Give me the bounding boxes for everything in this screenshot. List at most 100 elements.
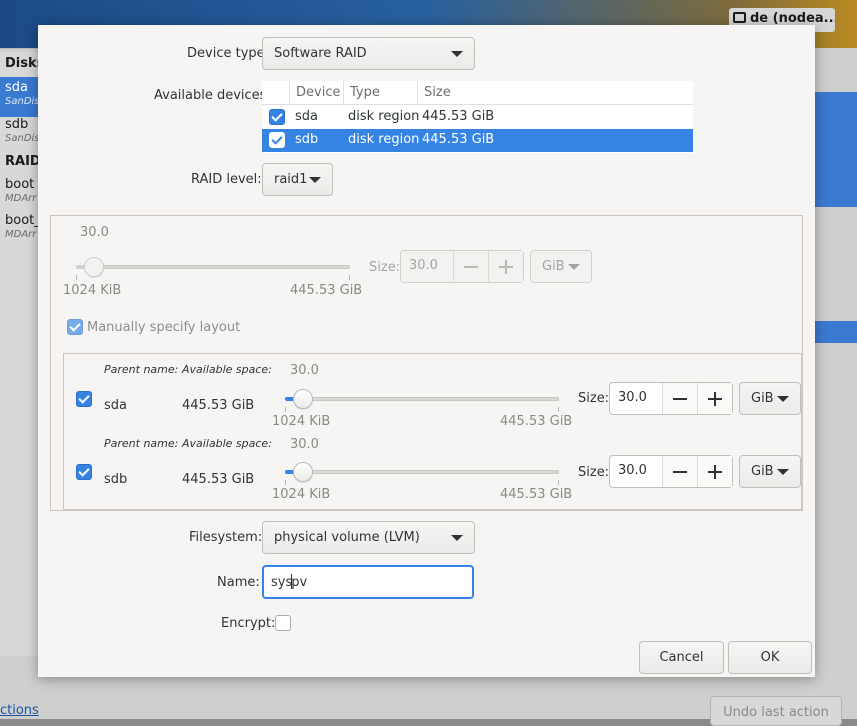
available-space-sdb: 445.53 GiB [182, 472, 255, 487]
sidebar-item-sdb-sub: SanDis [5, 133, 40, 144]
parent-size-entry[interactable]: 30.0 [618, 463, 647, 478]
encrypt-checkbox[interactable] [275, 615, 291, 631]
slider-max-tick [349, 275, 350, 280]
parent-size-spinbutton-sda[interactable]: 30.0 [609, 382, 733, 415]
minus-icon [464, 266, 478, 268]
total-size-slider-track [76, 265, 350, 269]
total-size-max-label: 445.53 GiB [290, 283, 363, 298]
table-row[interactable]: sda disk region 445.53 GiB [262, 106, 693, 129]
device-name: sdb [295, 132, 319, 147]
filesystem-combo[interactable]: physical volume (LVM) [262, 521, 475, 554]
table-row[interactable]: sdb disk region 445.53 GiB [262, 129, 693, 152]
sidebar-item-boot[interactable]: boot [5, 177, 34, 192]
filesystem-value: physical volume (LVM) [274, 530, 420, 545]
keyboard-icon [733, 12, 746, 23]
total-size-entry[interactable]: 30.0 [409, 258, 438, 273]
slider-max-tick [558, 480, 559, 485]
column-header-device[interactable]: Device [290, 81, 344, 105]
parent-size-label: Size: [578, 391, 610, 406]
parent-size-value-label: 30.0 [290, 363, 319, 378]
raid-level-value: raid1 [274, 172, 308, 187]
total-size-decrement-button[interactable] [453, 251, 488, 282]
sidebar-item-sda[interactable]: sda [5, 80, 28, 95]
parent-size-slider-track [285, 470, 559, 474]
chevron-down-icon [777, 396, 789, 402]
sidebar-item-boot-efi[interactable]: boot_ [5, 213, 41, 228]
chevron-down-icon [568, 264, 580, 270]
total-size-increment-button[interactable] [488, 251, 523, 282]
total-size-spinbutton[interactable]: 30.0 [400, 250, 524, 283]
sidebar-item-boot-sub: MDArr [5, 193, 37, 204]
parent-name-header: Parent name: [104, 437, 179, 450]
ok-button[interactable]: OK [728, 641, 812, 674]
parent-size-unit-combo-sdb[interactable]: GiB [739, 455, 801, 488]
parent-name-header: Parent name: [104, 363, 179, 376]
right-panel-row-selection [814, 321, 857, 343]
column-header-check [262, 81, 290, 105]
raid-level-combo[interactable]: raid1 [262, 163, 333, 196]
parent-size-slider-track [285, 397, 559, 401]
sidebar-divider [0, 48, 40, 49]
device-type-combo[interactable]: Software RAID [262, 37, 475, 70]
parent-size-slider-handle-sdb[interactable] [293, 462, 313, 482]
raid-level-label: RAID level: [191, 172, 262, 187]
parent-name-sda: sda [104, 398, 127, 413]
total-size-unit-combo[interactable]: GiB [530, 250, 592, 283]
device-size: 445.53 GiB [422, 132, 495, 147]
total-size-unit-value: GiB [542, 259, 565, 274]
name-input[interactable]: syspv [262, 565, 474, 599]
parent-size-decrement-button[interactable] [662, 383, 697, 414]
available-devices-table: Device Type Size sda disk region 445.53 … [262, 81, 693, 153]
slider-max-tick [558, 407, 559, 412]
parent-size-unit-value: GiB [751, 391, 774, 406]
name-label: Name: [217, 575, 260, 590]
available-space-sda: 445.53 GiB [182, 398, 255, 413]
sidebar-item-boot-efi-sub: MDArr [5, 229, 37, 240]
chevron-down-icon [451, 51, 463, 57]
parent-size-entry[interactable]: 30.0 [618, 390, 647, 405]
encrypt-label: Encrypt: [221, 616, 276, 631]
slider-min-tick [285, 407, 286, 412]
parent-size-unit-combo-sda[interactable]: GiB [739, 382, 801, 415]
parent-size-max-label: 445.53 GiB [500, 414, 573, 429]
name-input-text-after-caret: pv [291, 575, 308, 590]
manual-layout-checkbox[interactable] [67, 319, 83, 335]
sidebar-item-sdb[interactable]: sdb [5, 117, 28, 132]
device-type: disk region [348, 109, 420, 124]
minus-icon [673, 471, 687, 473]
right-panel-selection [814, 92, 857, 207]
actions-link[interactable]: ctions [0, 703, 39, 718]
parent-size-decrement-button[interactable] [662, 456, 697, 487]
total-size-slider-handle[interactable] [84, 257, 104, 277]
sidebar-raid-heading: RAID [5, 154, 41, 169]
undo-last-action-button[interactable]: Undo last action [710, 696, 842, 726]
chevron-down-icon [451, 535, 463, 541]
device-name: sda [295, 109, 318, 124]
chevron-down-icon [777, 469, 789, 475]
minus-icon [673, 398, 687, 400]
parent-size-label: Size: [578, 465, 610, 480]
available-devices-label: Available devices: [154, 88, 271, 103]
parent-checkbox-sda[interactable] [76, 391, 92, 407]
device-type-value: Software RAID [274, 46, 367, 61]
total-size-value-label: 30.0 [80, 225, 109, 240]
device-checkbox-sda[interactable] [269, 109, 285, 125]
parent-size-slider-handle-sda[interactable] [293, 389, 313, 409]
manual-layout-label: Manually specify layout [87, 320, 241, 335]
parent-checkbox-sdb[interactable] [76, 464, 92, 480]
parent-size-min-label: 1024 KiB [272, 487, 331, 502]
cancel-button[interactable]: Cancel [639, 641, 724, 674]
parent-name-sdb: sdb [104, 472, 128, 487]
total-size-min-label: 1024 KiB [63, 283, 122, 298]
parent-size-value-label: 30.0 [290, 437, 319, 452]
parent-size-unit-value: GiB [751, 464, 774, 479]
parent-size-increment-button[interactable] [697, 456, 732, 487]
parent-size-spinbutton-sdb[interactable]: 30.0 [609, 455, 733, 488]
parent-size-increment-button[interactable] [697, 383, 732, 414]
keyboard-layout-label: de (nodea... [750, 11, 835, 26]
column-header-size[interactable]: Size [418, 81, 693, 105]
device-checkbox-sdb[interactable] [269, 132, 285, 148]
chevron-down-icon [309, 177, 321, 183]
device-size: 445.53 GiB [422, 109, 495, 124]
column-header-type[interactable]: Type [344, 81, 418, 105]
